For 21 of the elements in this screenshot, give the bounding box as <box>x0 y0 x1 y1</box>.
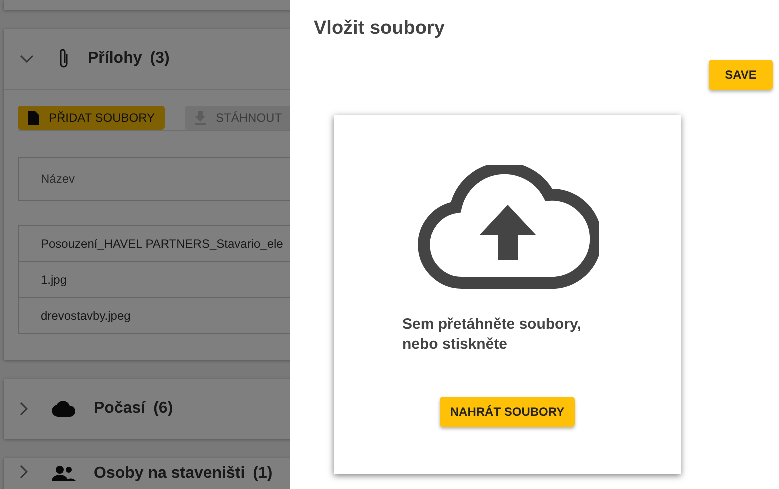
chevron-right-icon[interactable] <box>20 465 28 479</box>
dropzone-text: Sem přetáhněte soubory, nebo stiskněte <box>402 315 582 355</box>
panel-count: (1) <box>253 465 273 483</box>
panel-title: Přílohy <box>88 50 142 68</box>
people-icon <box>52 465 76 481</box>
table-cell-text: drevostavby.jpeg <box>40 308 132 324</box>
file-icon <box>28 111 39 125</box>
paperclip-icon <box>58 48 70 70</box>
dropzone-card[interactable]: Sem přetáhněte soubory, nebo stiskněte NAHRÁT SOUBORY <box>334 115 681 474</box>
panel-count: (6) <box>154 400 174 418</box>
chevron-down-icon[interactable] <box>20 55 34 63</box>
panel-title: Počasí <box>94 400 146 418</box>
panel-title: Osoby na staveništi <box>94 465 246 483</box>
chevron-right-icon[interactable] <box>20 402 28 416</box>
drawer-title: Vložit soubory <box>314 18 446 40</box>
cloud-icon <box>52 401 76 417</box>
column-header: Název <box>18 157 290 201</box>
save-button[interactable]: SAVE <box>709 60 773 90</box>
upload-files-button[interactable]: NAHRÁT SOUBORY <box>440 397 575 427</box>
panel-count: (3) <box>150 50 170 68</box>
cloud-upload-icon <box>416 165 598 289</box>
